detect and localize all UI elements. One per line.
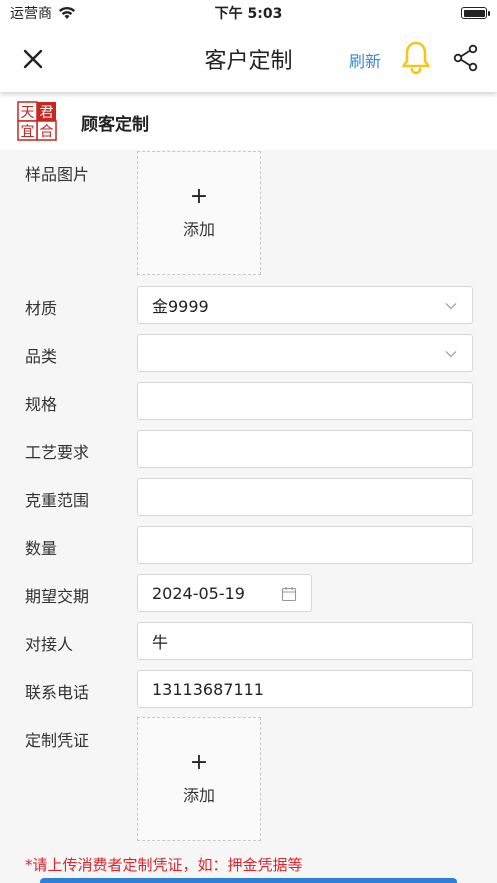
svg-text:天: 天 — [21, 105, 35, 121]
calendar-icon — [281, 587, 297, 602]
quantity-label: 数量 — [25, 539, 58, 558]
close-icon[interactable] — [20, 46, 46, 72]
craft-label: 工艺要求 — [25, 443, 90, 462]
weight-range-input[interactable] — [137, 478, 473, 516]
quantity-input[interactable] — [137, 526, 473, 564]
plus-icon: + — [189, 184, 209, 209]
refresh-button[interactable]: 刷新 — [349, 48, 381, 72]
chevron-down-icon — [445, 351, 457, 358]
plus-icon: + — [189, 750, 209, 775]
delivery-date-label: 期望交期 — [25, 587, 90, 606]
status-bar: 运营商 下午 5:03 — [0, 0, 497, 26]
spec-label: 规格 — [25, 395, 58, 414]
delivery-date-value: 2024-05-19 — [152, 583, 245, 603]
svg-text:宜: 宜 — [21, 124, 35, 140]
craft-input[interactable] — [137, 430, 473, 468]
contact-input[interactable]: 牛 — [137, 622, 473, 660]
brand-logo: 天 君 宜 合 — [17, 101, 57, 141]
nav-bar: 客户定制 刷新 — [0, 26, 497, 92]
submit-button[interactable] — [40, 878, 457, 883]
battery-icon — [461, 7, 490, 19]
sample-image-label: 样品图片 — [25, 165, 90, 184]
material-select[interactable]: 金9999 — [137, 286, 473, 324]
brand-bar: 天 君 宜 合 顾客定制 — [0, 92, 497, 150]
wifi-icon — [59, 6, 75, 19]
delivery-date-picker[interactable]: 2024-05-19 — [137, 574, 312, 612]
chevron-down-icon — [445, 303, 457, 310]
category-label: 品类 — [25, 347, 58, 366]
share-icon[interactable] — [452, 44, 480, 72]
add-label: 添加 — [182, 786, 215, 805]
weight-range-label: 克重范围 — [25, 491, 90, 510]
voucher-upload[interactable]: + 添加 — [137, 717, 261, 841]
contact-value: 牛 — [152, 633, 169, 652]
carrier-label: 运营商 — [10, 6, 52, 22]
bell-icon[interactable] — [400, 40, 432, 76]
spec-input[interactable] — [137, 382, 473, 420]
voucher-label: 定制凭证 — [25, 731, 90, 750]
sample-image-upload[interactable]: + 添加 — [137, 151, 261, 275]
contact-label: 对接人 — [25, 635, 74, 654]
category-select[interactable] — [137, 334, 473, 372]
brand-name: 顾客定制 — [81, 115, 149, 135]
status-left: 运营商 — [10, 3, 76, 23]
svg-text:君: 君 — [40, 105, 54, 121]
material-value: 金9999 — [152, 297, 209, 316]
add-label: 添加 — [182, 220, 215, 239]
phone-label: 联系电话 — [25, 683, 90, 702]
phone-input[interactable]: 13113687111 — [137, 670, 473, 708]
voucher-note: *请上传消费者定制凭证，如：押金凭据等 — [25, 856, 303, 874]
svg-text:合: 合 — [40, 124, 54, 140]
material-label: 材质 — [25, 299, 58, 318]
phone-value: 13113687111 — [152, 679, 264, 699]
